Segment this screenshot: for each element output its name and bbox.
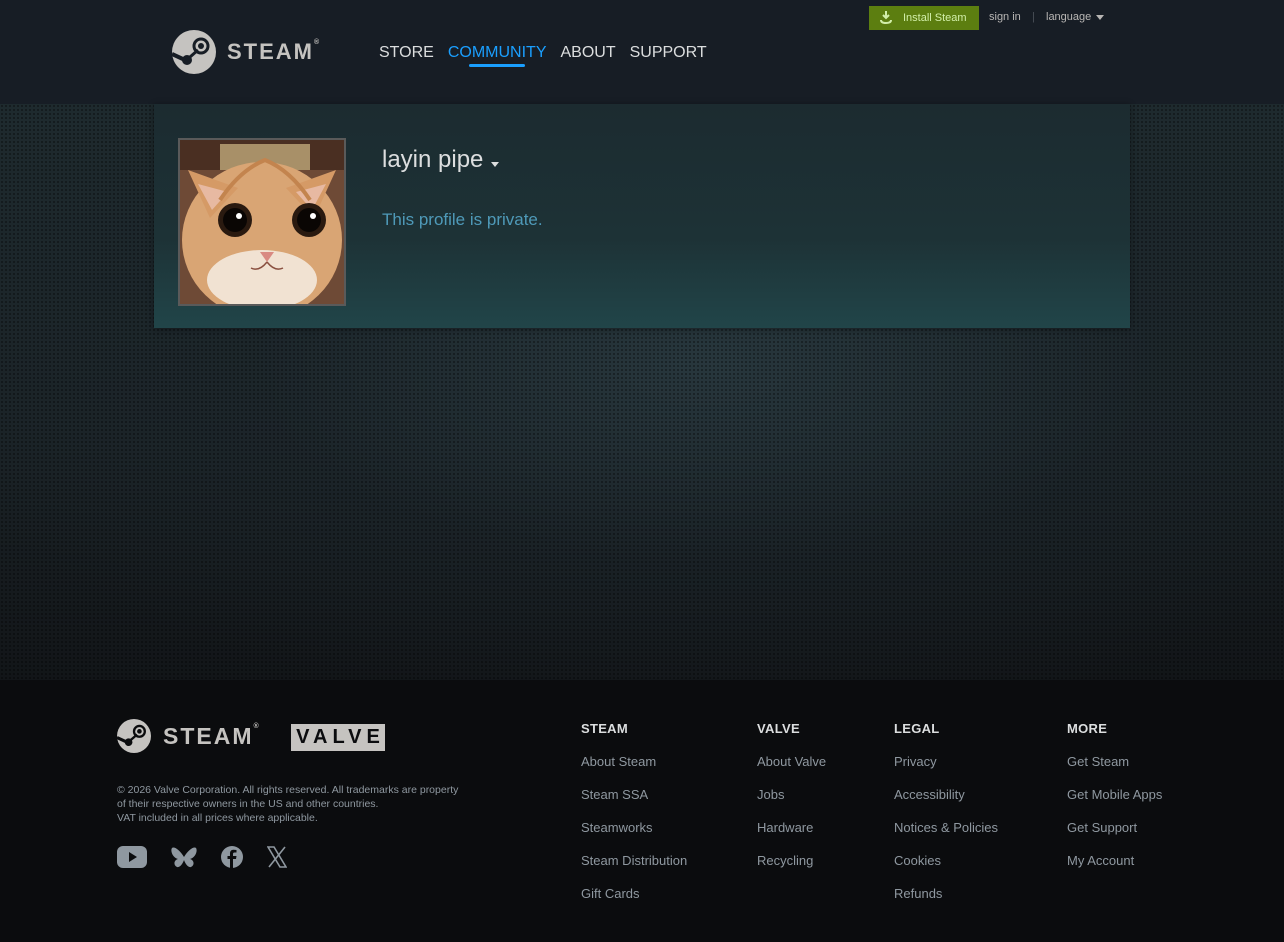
language-dropdown[interactable]: language	[1046, 11, 1105, 23]
header-separator: |	[1032, 11, 1035, 23]
nav-support[interactable]: SUPPORT	[630, 44, 707, 62]
steam-logo-icon	[172, 30, 216, 74]
footer-link-about-steam[interactable]: About Steam	[581, 754, 687, 770]
vat-line: VAT included in all prices where applica…	[117, 812, 318, 824]
steam-logo-icon	[117, 719, 151, 753]
persona-name: layin pipe	[382, 146, 484, 173]
valve-logo[interactable]: VALVE	[291, 724, 385, 751]
footer-column-legal: LEGAL Privacy Accessibility Notices & Po…	[894, 721, 998, 919]
footer-link-privacy[interactable]: Privacy	[894, 754, 998, 770]
download-icon	[880, 11, 892, 24]
cat-avatar-icon	[180, 140, 344, 304]
sign-in-link[interactable]: sign in	[989, 11, 1021, 23]
chevron-down-icon	[1096, 14, 1105, 20]
copyright-text: © 2026 Valve Corporation. All rights res…	[117, 783, 467, 825]
registered-mark: ®	[253, 722, 261, 730]
x-icon[interactable]	[266, 846, 288, 875]
footer-link-get-steam[interactable]: Get Steam	[1067, 754, 1162, 770]
footer-link-steamworks[interactable]: Steamworks	[581, 820, 687, 836]
footer-column-title: VALVE	[757, 721, 800, 736]
footer-column-steam: STEAM About Steam Steam SSA Steamworks S…	[581, 721, 687, 919]
footer-link-get-mobile-apps[interactable]: Get Mobile Apps	[1067, 787, 1162, 803]
footer-steam-wordmark-text: STEAM	[163, 722, 254, 749]
footer-link-refunds[interactable]: Refunds	[894, 886, 998, 902]
footer-link-hardware[interactable]: Hardware	[757, 820, 826, 836]
profile-header: layin pipe This profile is private.	[154, 104, 1130, 328]
registered-mark: ®	[314, 39, 322, 46]
footer-link-steam-distribution[interactable]: Steam Distribution	[581, 853, 687, 869]
steam-wordmark: STEAM®	[227, 39, 321, 65]
facebook-icon[interactable]	[221, 846, 243, 875]
footer-link-accessibility[interactable]: Accessibility	[894, 787, 998, 803]
youtube-icon[interactable]	[117, 846, 147, 875]
main-nav: STORE COMMUNITY ABOUT SUPPORT	[379, 44, 721, 67]
footer-steam-logo[interactable]: STEAM®	[117, 719, 261, 753]
avatar[interactable]	[178, 138, 346, 306]
global-footer: STEAM® VALVE © 2026 Valve Corporation. A…	[0, 680, 1284, 942]
language-label: language	[1046, 11, 1092, 23]
footer-link-cookies[interactable]: Cookies	[894, 853, 998, 869]
persona-name-dropdown[interactable]: layin pipe	[382, 146, 500, 174]
footer-column-title: STEAM	[581, 721, 628, 736]
install-steam-label: Install Steam	[903, 12, 967, 24]
private-profile-message: This profile is private.	[382, 210, 543, 229]
footer-link-about-valve[interactable]: About Valve	[757, 754, 826, 770]
footer-link-jobs[interactable]: Jobs	[757, 787, 826, 803]
footer-link-steam-ssa[interactable]: Steam SSA	[581, 787, 687, 803]
footer-column-title: LEGAL	[894, 721, 940, 736]
nav-store[interactable]: STORE	[379, 44, 434, 62]
steam-logo[interactable]: STEAM®	[172, 30, 321, 74]
footer-column-title: MORE	[1067, 721, 1108, 736]
install-steam-button[interactable]: Install Steam	[869, 6, 979, 30]
footer-column-more: MORE Get Steam Get Mobile Apps Get Suppo…	[1067, 721, 1162, 886]
nav-community[interactable]: COMMUNITY	[448, 44, 546, 67]
footer-link-gift-cards[interactable]: Gift Cards	[581, 886, 687, 902]
bluesky-icon[interactable]	[171, 846, 197, 875]
footer-link-recycling[interactable]: Recycling	[757, 853, 826, 869]
footer-link-get-support[interactable]: Get Support	[1067, 820, 1162, 836]
copyright-line: © 2026 Valve Corporation. All rights res…	[117, 784, 459, 810]
nav-about[interactable]: ABOUT	[560, 44, 615, 62]
footer-link-my-account[interactable]: My Account	[1067, 853, 1162, 869]
chevron-down-icon	[491, 161, 500, 167]
footer-column-valve: VALVE About Valve Jobs Hardware Recyclin…	[757, 721, 826, 886]
global-header: Install Steam sign in | language STEAM® …	[0, 0, 1284, 104]
footer-link-notices-policies[interactable]: Notices & Policies	[894, 820, 998, 836]
steam-wordmark-text: STEAM	[227, 39, 314, 64]
footer-steam-wordmark: STEAM®	[163, 723, 261, 750]
social-links	[117, 846, 311, 875]
